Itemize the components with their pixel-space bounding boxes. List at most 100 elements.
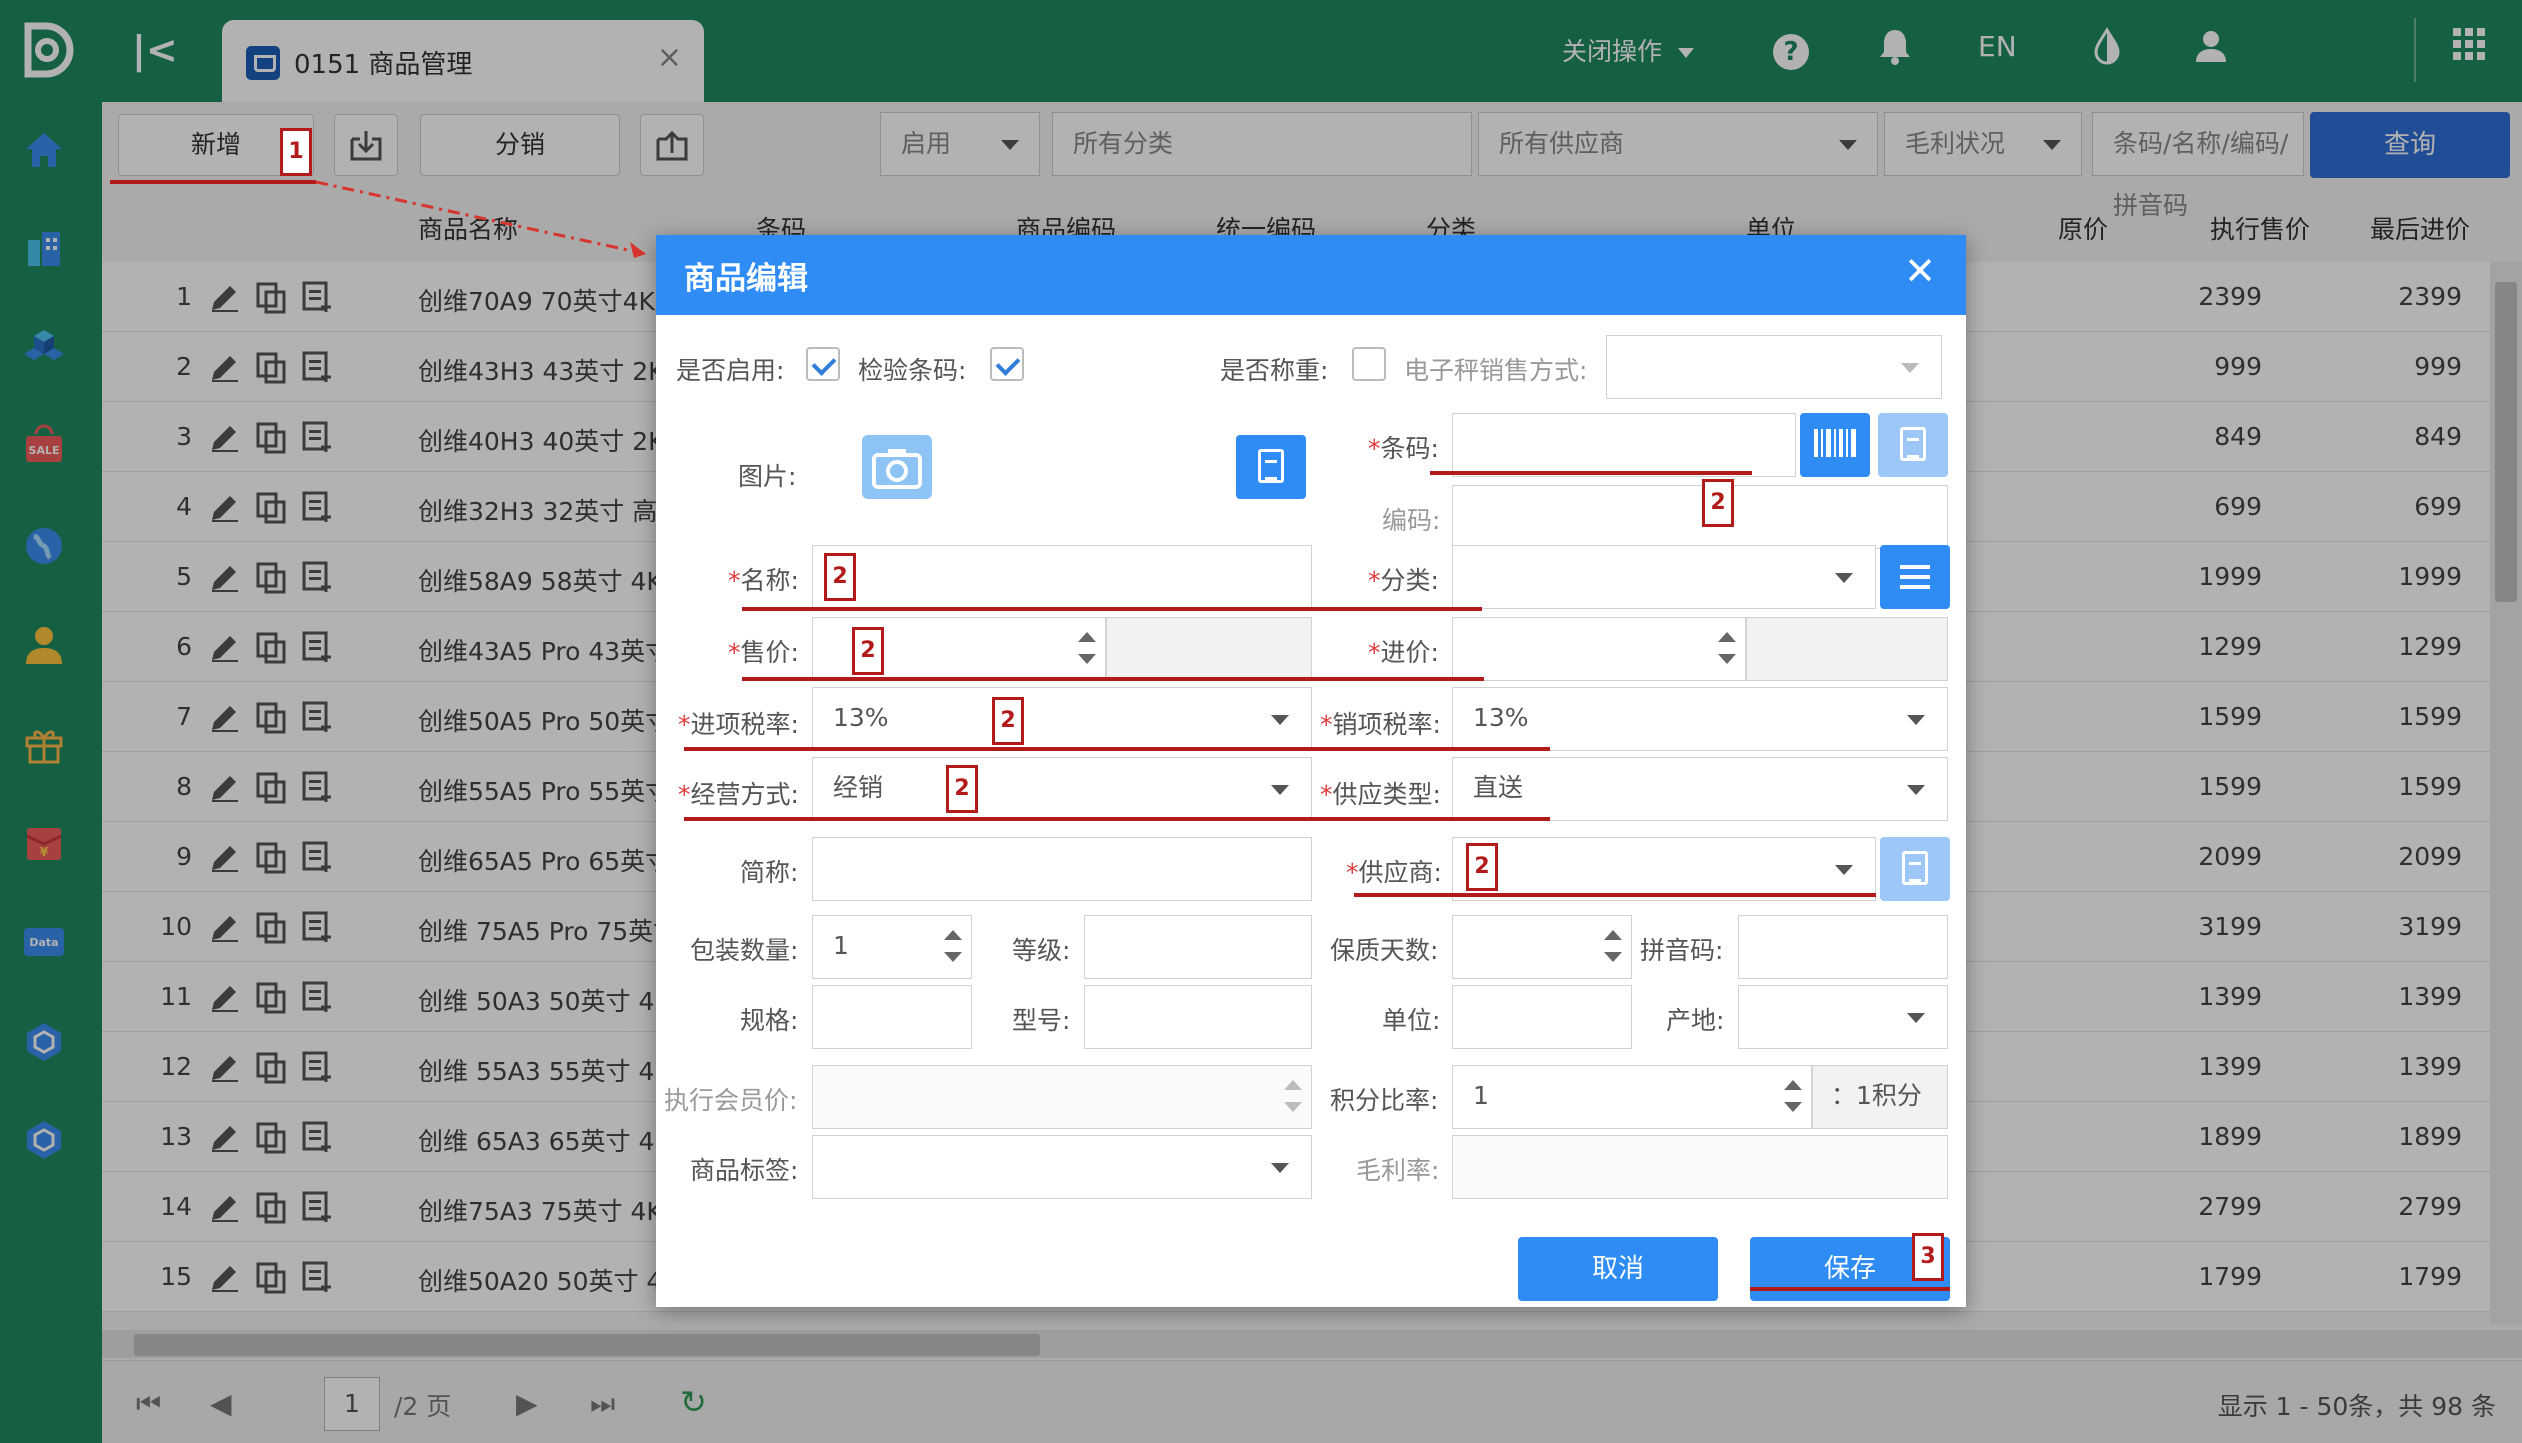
barcode-scan-icon[interactable] — [1800, 413, 1870, 477]
upload-icon[interactable] — [640, 114, 704, 176]
refresh-icon[interactable]: ↻ — [680, 1383, 707, 1421]
scrollbar-thumb[interactable] — [134, 1334, 1040, 1356]
output-tax-select[interactable]: 13% — [1452, 687, 1948, 751]
grade-input[interactable] — [1084, 915, 1312, 979]
add-note-icon[interactable] — [300, 490, 334, 524]
scale-sale-mode-select[interactable] — [1606, 335, 1942, 399]
copy-icon[interactable] — [254, 1050, 288, 1084]
add-note-icon[interactable] — [300, 700, 334, 734]
last-page-icon[interactable]: ⏭ — [590, 1387, 615, 1421]
edit-icon[interactable] — [208, 1190, 242, 1224]
add-note-icon[interactable] — [300, 770, 334, 804]
clipboard-icon[interactable] — [1878, 413, 1948, 477]
add-note-icon[interactable] — [300, 280, 334, 314]
search-input[interactable]: 条码/名称/编码/拼音码 — [2092, 112, 2304, 220]
gift-icon[interactable] — [22, 722, 66, 766]
copy-icon[interactable] — [254, 1260, 288, 1294]
close-icon[interactable]: ✕ — [1904, 249, 1936, 293]
cancel-button[interactable]: 取消 — [1518, 1237, 1718, 1301]
add-note-icon[interactable] — [300, 1260, 334, 1294]
margin-filter[interactable]: 毛利状况 — [1884, 112, 2082, 176]
close-tab-icon[interactable]: × — [657, 40, 682, 75]
edit-icon[interactable] — [208, 770, 242, 804]
short-name-input[interactable] — [812, 837, 1312, 901]
weigh-checkbox[interactable] — [1352, 347, 1386, 381]
data-icon[interactable]: Data — [22, 920, 66, 964]
hexagon-icon[interactable] — [22, 1020, 66, 1064]
name-input[interactable] — [812, 545, 1312, 609]
edit-icon[interactable] — [208, 560, 242, 594]
edit-icon[interactable] — [208, 980, 242, 1014]
edit-icon[interactable] — [208, 630, 242, 664]
bell-icon[interactable] — [1872, 26, 1918, 72]
horizontal-scrollbar[interactable] — [102, 1330, 2522, 1358]
query-button[interactable]: 查询 — [2310, 112, 2510, 178]
edit-icon[interactable] — [208, 280, 242, 314]
column-header-last-cost[interactable]: 最后进价 — [2370, 210, 2470, 246]
tab-product-management[interactable]: 0151 商品管理 × — [222, 20, 704, 102]
clipboard-icon[interactable] — [1236, 435, 1306, 499]
add-note-icon[interactable] — [300, 840, 334, 874]
supplier-select[interactable] — [1452, 837, 1876, 901]
help-icon[interactable]: ? — [1768, 26, 1814, 72]
verify-barcode-checkbox[interactable] — [990, 347, 1024, 381]
copy-icon[interactable] — [254, 910, 288, 944]
points-ratio-stepper[interactable]: 1 — [1452, 1065, 1812, 1129]
add-note-icon[interactable] — [300, 560, 334, 594]
close-operations-menu[interactable]: 关闭操作 — [1562, 32, 1695, 68]
home-icon[interactable] — [22, 128, 66, 172]
edit-icon[interactable] — [208, 490, 242, 524]
copy-icon[interactable] — [254, 420, 288, 454]
person-icon[interactable] — [22, 622, 66, 666]
copy-icon[interactable] — [254, 560, 288, 594]
model-input[interactable] — [1084, 985, 1312, 1049]
clipboard-icon[interactable] — [1880, 837, 1950, 901]
camera-icon[interactable] — [862, 435, 932, 499]
collapse-sidebar-button[interactable]: |< — [132, 28, 178, 72]
distribute-button[interactable]: 分销 — [420, 114, 620, 176]
add-note-icon[interactable] — [300, 1120, 334, 1154]
hexagon-icon[interactable] — [22, 1118, 66, 1162]
spec-input[interactable] — [812, 985, 972, 1049]
add-note-icon[interactable] — [300, 420, 334, 454]
category-list-icon[interactable] — [1880, 545, 1950, 609]
supply-type-select[interactable]: 直送 — [1452, 757, 1948, 821]
edit-icon[interactable] — [208, 840, 242, 874]
theme-contrast-icon[interactable] — [2084, 26, 2130, 72]
copy-icon[interactable] — [254, 980, 288, 1014]
edit-icon[interactable] — [208, 1260, 242, 1294]
business-mode-select[interactable]: 经销 — [812, 757, 1312, 821]
pinyin-input[interactable] — [1738, 915, 1948, 979]
user-icon[interactable] — [2188, 26, 2234, 72]
column-header-original-price[interactable]: 原价 — [2058, 210, 2108, 246]
add-note-icon[interactable] — [300, 980, 334, 1014]
column-header-exec-price[interactable]: 执行售价 — [2210, 210, 2310, 246]
next-page-icon[interactable]: ▶ — [516, 1387, 538, 1420]
apps-grid-icon[interactable] — [2446, 26, 2492, 72]
copy-icon[interactable] — [254, 280, 288, 314]
enabled-checkbox[interactable] — [806, 347, 840, 381]
edit-icon[interactable] — [208, 350, 242, 384]
copy-icon[interactable] — [254, 490, 288, 524]
copy-icon[interactable] — [254, 1120, 288, 1154]
vertical-scrollbar[interactable] — [2490, 262, 2522, 1324]
unit-input[interactable] — [1452, 985, 1632, 1049]
copy-icon[interactable] — [254, 770, 288, 804]
category-select[interactable] — [1452, 545, 1876, 609]
page-number-input[interactable]: 1 — [324, 1377, 380, 1431]
add-note-icon[interactable] — [300, 910, 334, 944]
add-note-icon[interactable] — [300, 350, 334, 384]
sale-tag-icon[interactable]: SALE — [22, 424, 66, 468]
edit-icon[interactable] — [208, 1050, 242, 1084]
input-tax-select[interactable]: 13% — [812, 687, 1312, 751]
origin-select[interactable] — [1738, 985, 1948, 1049]
add-note-icon[interactable] — [300, 1190, 334, 1224]
add-note-icon[interactable] — [300, 1050, 334, 1084]
edit-icon[interactable] — [208, 700, 242, 734]
download-icon[interactable] — [334, 114, 398, 176]
first-page-icon[interactable]: ⏮ — [136, 1387, 161, 1421]
status-filter[interactable]: 启用 — [880, 112, 1040, 176]
copy-icon[interactable] — [254, 630, 288, 664]
cost-price-input[interactable] — [1452, 617, 1746, 681]
tags-select[interactable] — [812, 1135, 1312, 1199]
